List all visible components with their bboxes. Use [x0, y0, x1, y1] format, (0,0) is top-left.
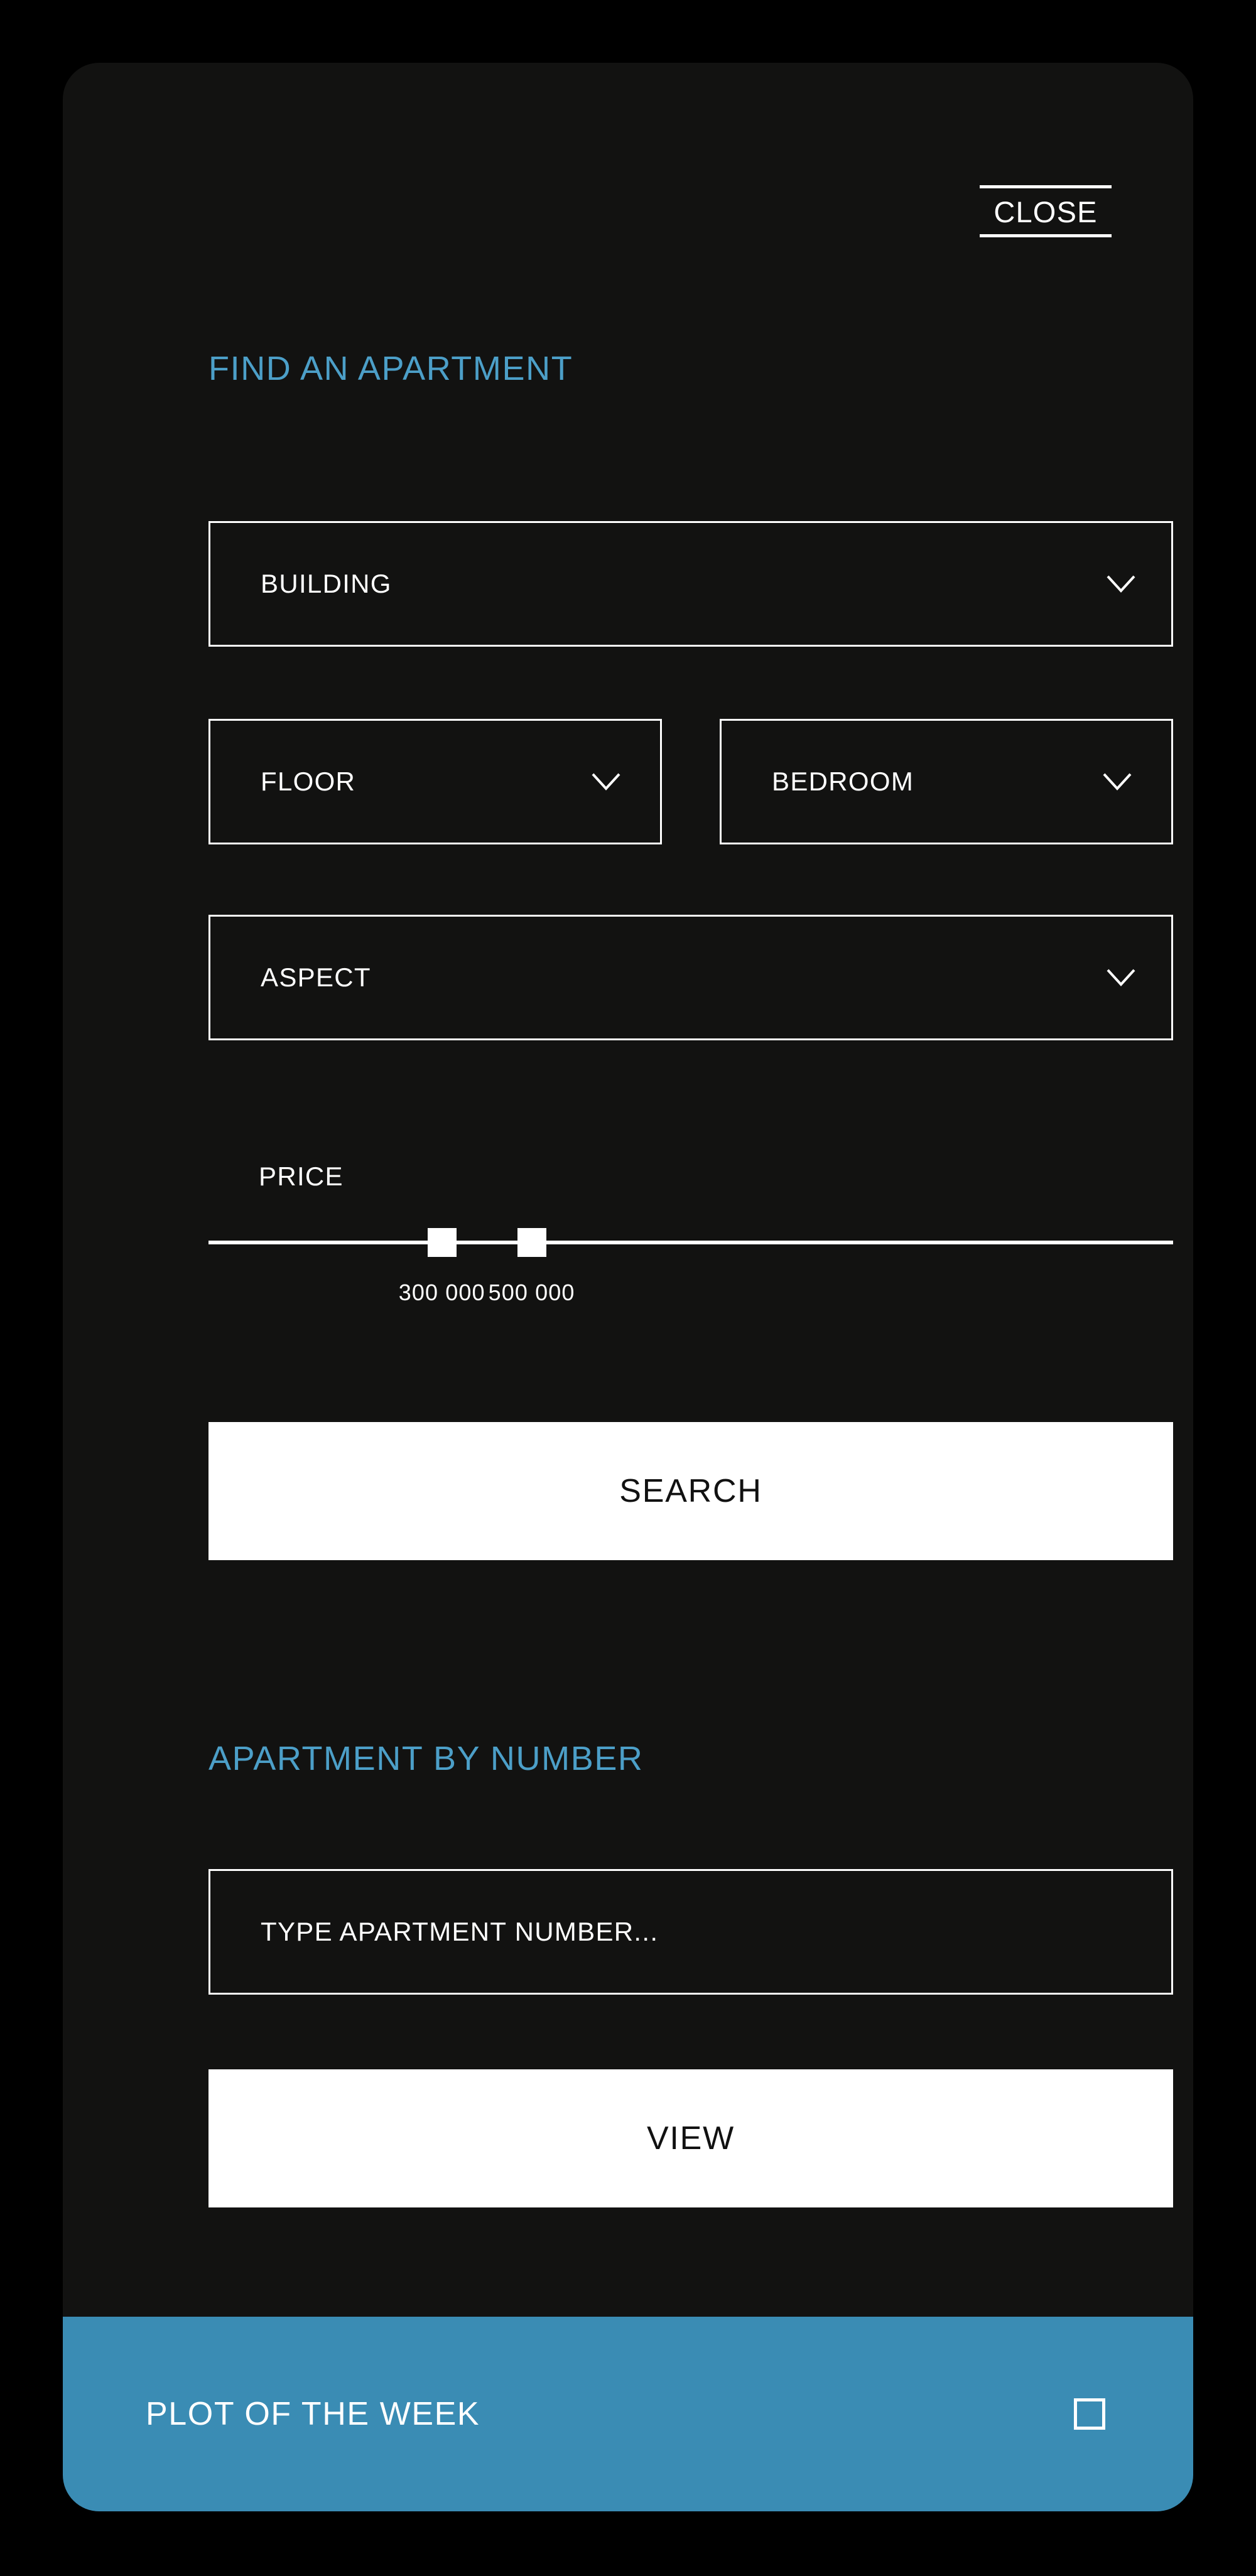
select-bedroom[interactable]: BEDROOM: [720, 719, 1173, 844]
chevron-down-icon: [1100, 764, 1135, 799]
price-slider-min-handle[interactable]: [427, 1228, 457, 1257]
select-aspect-label: ASPECT: [261, 962, 371, 992]
select-building[interactable]: BUILDING: [208, 521, 1173, 647]
apartment-number-placeholder: TYPE APARTMENT NUMBER...: [261, 1917, 659, 1946]
select-bedroom-label: BEDROOM: [772, 767, 914, 796]
empty-square-icon[interactable]: [1074, 2398, 1105, 2430]
chevron-down-icon: [588, 764, 624, 799]
price-slider-track[interactable]: [208, 1241, 1173, 1244]
price-label: PRICE: [259, 1161, 344, 1191]
price-range-slider[interactable]: 300 000 500 000: [208, 1228, 1173, 1305]
chevron-down-icon: [1103, 566, 1139, 601]
price-slider-max-handle[interactable]: [517, 1228, 546, 1257]
view-button[interactable]: VIEW: [208, 2069, 1173, 2207]
mobile-app-panel: CLOSE FIND AN APARTMENT BUILDING FLOOR B…: [63, 63, 1193, 2511]
close-bottom-rule: [980, 234, 1112, 237]
select-building-label: BUILDING: [261, 569, 392, 598]
chevron-down-icon: [1103, 960, 1139, 995]
search-button-label: SEARCH: [619, 1473, 762, 1509]
price-filter: PRICE 300 000 500 000: [208, 1161, 1173, 1305]
close-button[interactable]: CLOSE: [980, 185, 1112, 237]
select-floor[interactable]: FLOOR: [208, 719, 662, 844]
close-button-label: CLOSE: [993, 195, 1098, 229]
apartment-by-number-heading: APARTMENT BY NUMBER: [208, 1740, 644, 1777]
select-floor-label: FLOOR: [261, 767, 356, 796]
select-aspect[interactable]: ASPECT: [208, 915, 1173, 1040]
price-max-value: 500 000: [488, 1280, 575, 1305]
apartment-number-input[interactable]: TYPE APARTMENT NUMBER...: [208, 1869, 1173, 1995]
view-button-label: VIEW: [646, 2120, 735, 2157]
plot-of-the-week-label: PLOT OF THE WEEK: [146, 2396, 480, 2432]
plot-of-the-week-bar[interactable]: PLOT OF THE WEEK: [63, 2317, 1193, 2511]
search-button[interactable]: SEARCH: [208, 1422, 1173, 1560]
price-min-value: 300 000: [398, 1280, 485, 1305]
find-apartment-heading: FIND AN APARTMENT: [208, 350, 573, 387]
